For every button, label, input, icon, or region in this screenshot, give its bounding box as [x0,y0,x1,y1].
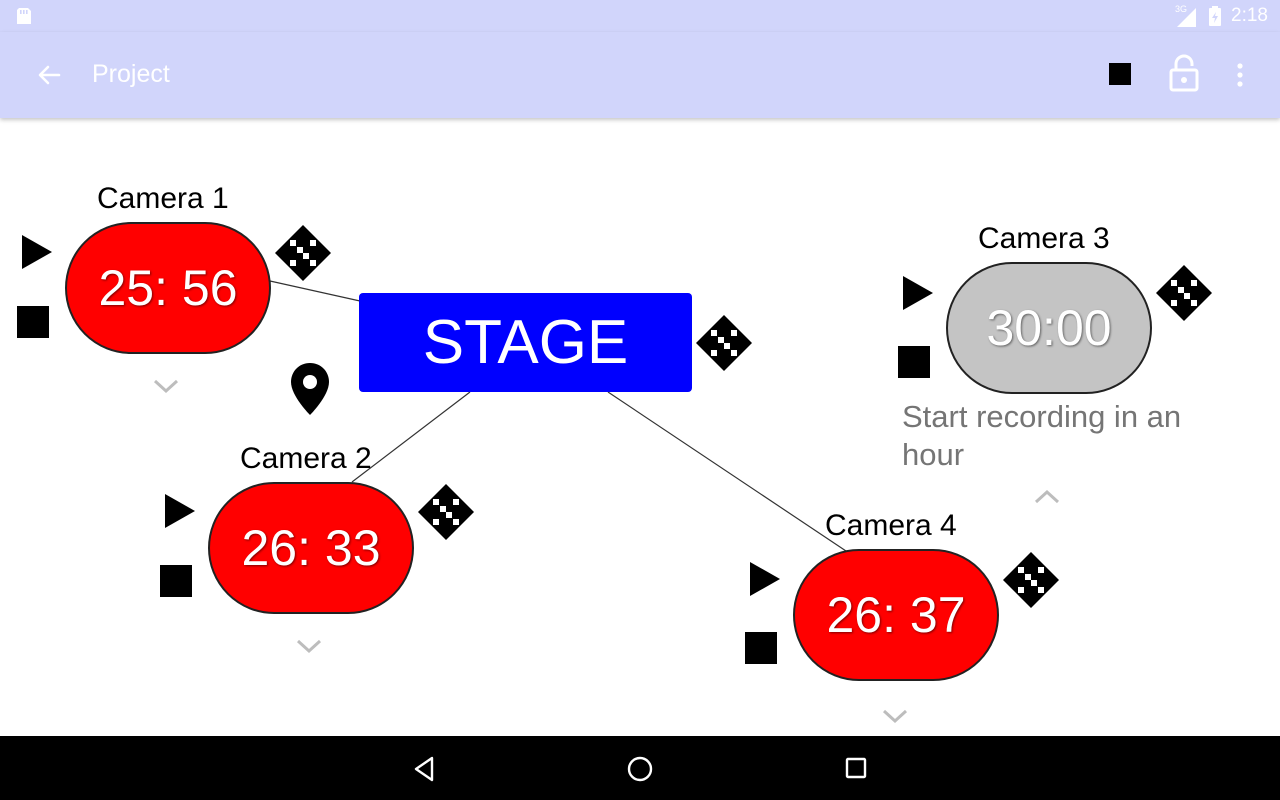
stage-canvas: STAGE Camera 1 25: 56 Camera 2 26: 33 Ca… [0,118,1280,736]
camera-1-move-icon[interactable] [274,224,332,282]
status-time: 2:18 [1231,5,1268,26]
page-title: Project [92,60,170,88]
connector-camera-1 [269,280,361,302]
camera-1-timer-value: 25: 56 [98,260,238,316]
camera-3-timer-value: 30:00 [986,300,1112,356]
camera-2-label: Camera 2 [240,442,372,475]
camera-3-chevron-up-icon[interactable] [1034,489,1060,505]
status-bar: 3G 2:18 [0,0,1280,32]
camera-4-stop-icon[interactable] [745,632,777,664]
camera-3-schedule-note: Start recording in an hour [902,399,1182,472]
camera-3-timer[interactable]: 30:00 [946,262,1152,394]
camera-4-label: Camera 4 [825,509,957,542]
stage-move-icon[interactable] [695,314,753,372]
camera-4-timer-value: 26: 37 [826,587,966,643]
more-vert-icon[interactable] [1230,62,1250,88]
connector-camera-4 [607,391,847,552]
app-bar: Project [0,32,1280,118]
network-type: 3G [1175,4,1188,14]
camera-4-timer[interactable]: 26: 37 [793,549,999,681]
nav-recents-icon[interactable] [845,757,867,779]
stop-all-button[interactable] [1109,63,1131,85]
camera-3-move-icon[interactable] [1155,264,1213,322]
camera-1-stop-icon[interactable] [17,306,49,338]
nav-back-icon[interactable] [412,756,436,782]
camera-3-play-icon[interactable] [902,275,934,311]
location-pin-icon[interactable] [290,362,330,416]
camera-1-chevron-down-icon[interactable] [153,378,179,394]
camera-4-play-icon[interactable] [749,561,781,597]
stage-block[interactable]: STAGE [359,293,692,392]
nav-home-icon[interactable] [627,756,653,782]
camera-1-play-icon[interactable] [21,234,53,270]
camera-2-chevron-down-icon[interactable] [296,638,322,654]
camera-4-move-icon[interactable] [1002,551,1060,609]
camera-2-move-icon[interactable] [417,483,475,541]
camera-2-stop-icon[interactable] [160,565,192,597]
sd-card-icon [17,8,31,24]
camera-1-label: Camera 1 [97,182,229,215]
camera-2-timer[interactable]: 26: 33 [208,482,414,614]
camera-2-play-icon[interactable] [164,493,196,529]
system-nav-bar [0,736,1280,800]
lock-open-icon[interactable] [1168,54,1200,92]
arrow-back-icon[interactable] [36,62,62,88]
camera-3-label: Camera 3 [978,222,1110,255]
camera-4-chevron-down-icon[interactable] [882,708,908,724]
camera-2-timer-value: 26: 33 [241,520,381,576]
stage-label: STAGE [422,308,629,377]
camera-1-timer[interactable]: 25: 56 [65,222,271,354]
camera-3-stop-icon[interactable] [898,346,930,378]
battery-icon [1209,6,1221,26]
